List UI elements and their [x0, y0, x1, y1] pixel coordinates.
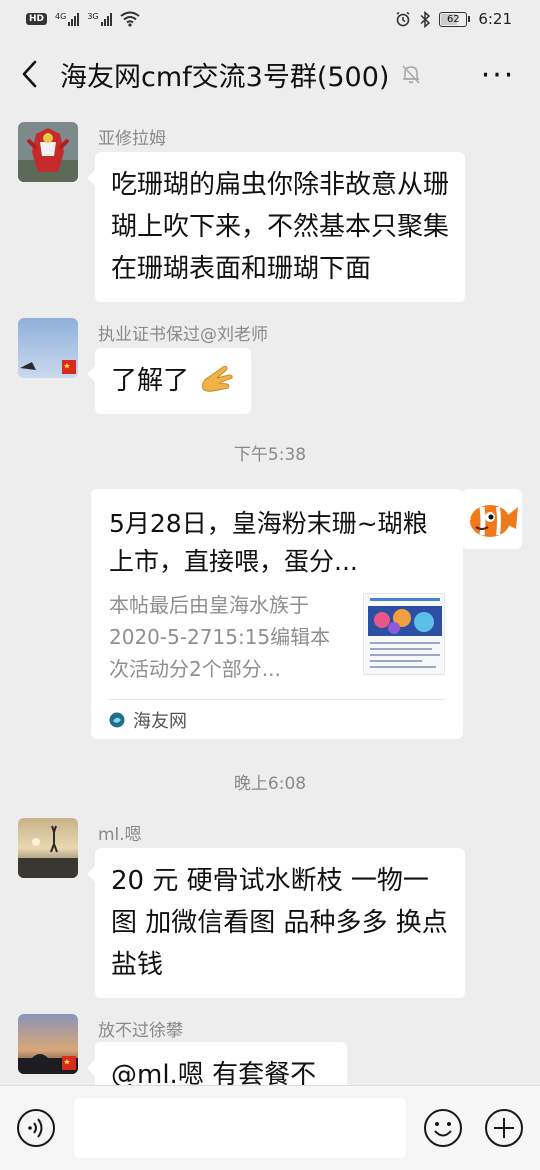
timestamp: 晚上6:08 — [233, 774, 307, 794]
network-type-label-2: 3G — [87, 12, 99, 21]
avatar[interactable] — [18, 1014, 78, 1074]
ok-hand-emoji-icon — [202, 365, 233, 392]
avatar-image — [18, 318, 78, 378]
battery-icon: 62 — [439, 11, 471, 27]
message-text: 20 元 硬骨试水断枝 一物一图 加微信看图 品种多多 换点盐钱 — [111, 866, 448, 980]
avatar[interactable] — [462, 489, 522, 549]
signal-icon-2: 3G — [87, 12, 112, 26]
message-input[interactable] — [74, 1098, 406, 1158]
input-bar — [0, 1085, 540, 1170]
site-logo-icon — [109, 712, 125, 728]
alarm-icon — [396, 11, 410, 27]
signal-icon: 4G — [55, 12, 80, 26]
hd-icon: HD — [26, 13, 48, 25]
chat-header: 海友网cmf交流3号群(500) ··· — [0, 38, 540, 110]
link-card-divider — [109, 699, 445, 700]
more-button[interactable]: ··· — [478, 57, 518, 93]
mute-bell-icon — [402, 65, 421, 84]
link-card-source: 海友网 — [109, 705, 187, 735]
avatar-image — [18, 1014, 78, 1074]
avatar-image — [462, 489, 522, 549]
status-time: 6:21 — [478, 10, 512, 28]
message-bubble[interactable]: @ml.嗯 有套餐不 — [87, 1042, 347, 1085]
emoji-icon[interactable] — [423, 1108, 463, 1148]
plus-icon[interactable] — [484, 1108, 524, 1148]
sender-name: ml.嗯 — [98, 825, 142, 845]
battery-level: 62 — [446, 13, 460, 25]
message-text: 了解了 — [111, 366, 190, 396]
link-card-description: 本帖最后由皇海水族于2020-5-2715:15编辑本次活动分2个部分... — [109, 593, 331, 681]
message-bubble[interactable]: 20 元 硬骨试水断枝 一物一图 加微信看图 品种多多 换点盐钱 — [87, 848, 465, 998]
bluetooth-icon — [420, 10, 431, 28]
link-card-source-name: 海友网 — [133, 711, 187, 732]
avatar-image — [18, 818, 78, 878]
timestamp: 下午5:38 — [233, 445, 307, 465]
sender-name: 亚修拉姆 — [98, 129, 166, 149]
back-arrow-icon — [22, 60, 37, 88]
link-card-thumbnail — [363, 593, 445, 675]
sender-name: 执业证书保过@刘老师 — [98, 325, 268, 345]
link-card-title: 5月28日，皇海粉末珊~瑚粮上市，直接喂，蛋分... — [109, 509, 428, 576]
voice-icon[interactable] — [16, 1108, 56, 1148]
chat-title: 海友网cmf交流3号群(500) — [60, 61, 390, 93]
message-text: @ml.嗯 有套餐不 — [111, 1060, 317, 1085]
status-bar: HD 4G 3G 62 6:21 — [0, 0, 540, 38]
back-button[interactable] — [0, 38, 60, 110]
network-type-label: 4G — [55, 12, 67, 21]
link-card[interactable]: 5月28日，皇海粉末珊~瑚粮上市，直接喂，蛋分... 本帖最后由皇海水族于202… — [91, 489, 471, 739]
message-text: 吃珊瑚的扁虫你除非故意从珊瑚上吹下来，不然基本只聚集在珊瑚表面和珊瑚下面 — [111, 170, 450, 284]
avatar[interactable] — [18, 122, 78, 182]
avatar[interactable] — [18, 318, 78, 378]
avatar[interactable] — [18, 818, 78, 878]
avatar-image — [18, 122, 78, 182]
message-bubble[interactable]: 了解了 — [86, 348, 252, 414]
chat-message-list[interactable]: 亚修拉姆 吃珊瑚的扁虫你除非故意从珊瑚上吹下来，不然基本只聚集在珊瑚表面和珊瑚下… — [0, 110, 540, 1085]
message-bubble[interactable]: 吃珊瑚的扁虫你除非故意从珊瑚上吹下来，不然基本只聚集在珊瑚表面和珊瑚下面 — [87, 152, 465, 302]
sender-name: 放不过徐攀 — [98, 1021, 183, 1041]
more-dots-icon: ··· — [480, 57, 516, 93]
wifi-icon — [119, 11, 140, 27]
